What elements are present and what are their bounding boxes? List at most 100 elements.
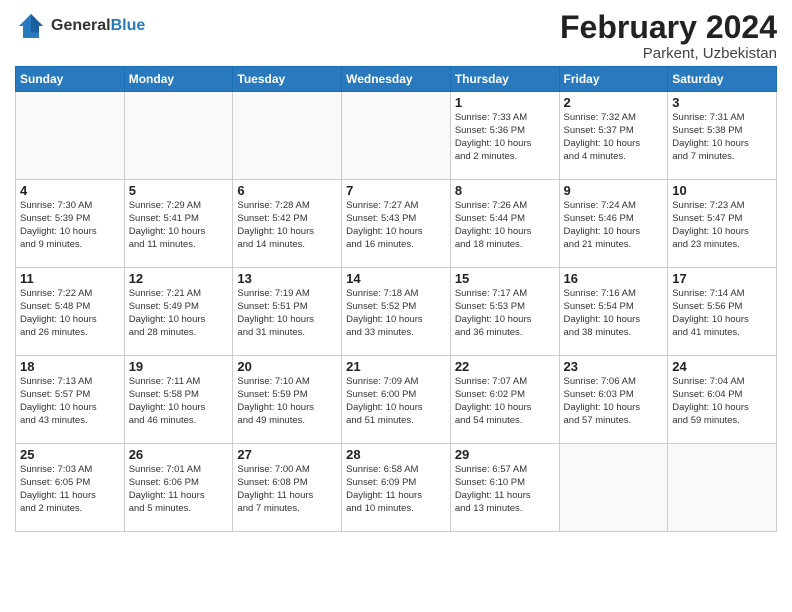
day-number: 9 bbox=[564, 183, 664, 198]
day-number: 18 bbox=[20, 359, 120, 374]
calendar-cell: 29 Sunrise: 6:57 AM Sunset: 6:10 PM Dayli… bbox=[450, 444, 559, 532]
day-info: Sunrise: 7:22 AM Sunset: 5:48 PM Dayligh… bbox=[20, 288, 120, 339]
day-number: 6 bbox=[237, 183, 337, 198]
day-number: 5 bbox=[129, 183, 229, 198]
calendar-cell: 22 Sunrise: 7:07 AM Sunset: 6:02 PM Dayli… bbox=[450, 356, 559, 444]
calendar-cell: 8 Sunrise: 7:26 AM Sunset: 5:44 PM Daylig… bbox=[450, 180, 559, 268]
calendar-cell: 11Sunrise: 7:22 AM Sunset: 5:48 PM Dayli… bbox=[16, 268, 125, 356]
day-number: 1 bbox=[455, 95, 555, 110]
day-info: Sunrise: 7:04 AM Sunset: 6:04 PM Dayligh… bbox=[672, 376, 772, 427]
location: Parkent, Uzbekistan bbox=[560, 45, 777, 62]
day-info: Sunrise: 7:06 AM Sunset: 6:03 PM Dayligh… bbox=[564, 376, 664, 427]
day-number: 15 bbox=[455, 271, 555, 286]
day-number: 13 bbox=[237, 271, 337, 286]
calendar-cell bbox=[233, 92, 342, 180]
calendar-cell: 16 Sunrise: 7:16 AM Sunset: 5:54 PM Dayli… bbox=[559, 268, 668, 356]
day-number: 4 bbox=[20, 183, 120, 198]
day-info: Sunrise: 7:31 AM Sunset: 5:38 PM Dayligh… bbox=[672, 112, 772, 163]
col-saturday: Saturday bbox=[668, 67, 777, 92]
logo-icon bbox=[15, 10, 47, 42]
col-wednesday: Wednesday bbox=[342, 67, 451, 92]
calendar-cell: 27 Sunrise: 7:00 AM Sunset: 6:08 PM Dayli… bbox=[233, 444, 342, 532]
calendar-cell: 28 Sunrise: 6:58 AM Sunset: 6:09 PM Dayli… bbox=[342, 444, 451, 532]
day-info: Sunrise: 6:58 AM Sunset: 6:09 PM Dayligh… bbox=[346, 464, 446, 515]
calendar-table: Sunday Monday Tuesday Wednesday Thursday… bbox=[15, 66, 777, 532]
header: GeneralBlue February 2024 Parkent, Uzbek… bbox=[15, 10, 777, 62]
title-block: February 2024 Parkent, Uzbekistan bbox=[560, 10, 777, 62]
calendar-cell: 15Sunrise: 7:17 AM Sunset: 5:53 PM Dayli… bbox=[450, 268, 559, 356]
calendar-cell: 19 Sunrise: 7:11 AM Sunset: 5:58 PM Dayli… bbox=[124, 356, 233, 444]
day-info: Sunrise: 7:07 AM Sunset: 6:02 PM Dayligh… bbox=[455, 376, 555, 427]
header-row: Sunday Monday Tuesday Wednesday Thursday… bbox=[16, 67, 777, 92]
col-sunday: Sunday bbox=[16, 67, 125, 92]
day-number: 29 bbox=[455, 447, 555, 462]
calendar-cell: 5 Sunrise: 7:29 AM Sunset: 5:41 PM Daylig… bbox=[124, 180, 233, 268]
col-thursday: Thursday bbox=[450, 67, 559, 92]
calendar-cell: 2 Sunrise: 7:32 AM Sunset: 5:37 PM Daylig… bbox=[559, 92, 668, 180]
day-number: 3 bbox=[672, 95, 772, 110]
day-number: 24 bbox=[672, 359, 772, 374]
logo: GeneralBlue bbox=[15, 10, 145, 42]
calendar-cell: 3 Sunrise: 7:31 AM Sunset: 5:38 PM Daylig… bbox=[668, 92, 777, 180]
day-info: Sunrise: 7:27 AM Sunset: 5:43 PM Dayligh… bbox=[346, 200, 446, 251]
day-number: 7 bbox=[346, 183, 446, 198]
day-info: Sunrise: 7:19 AM Sunset: 5:51 PM Dayligh… bbox=[237, 288, 337, 339]
day-info: Sunrise: 7:28 AM Sunset: 5:42 PM Dayligh… bbox=[237, 200, 337, 251]
day-number: 19 bbox=[129, 359, 229, 374]
day-number: 20 bbox=[237, 359, 337, 374]
calendar-cell: 4 Sunrise: 7:30 AM Sunset: 5:39 PM Daylig… bbox=[16, 180, 125, 268]
day-info: Sunrise: 6:57 AM Sunset: 6:10 PM Dayligh… bbox=[455, 464, 555, 515]
calendar-cell: 1 Sunrise: 7:33 AM Sunset: 5:36 PM Daylig… bbox=[450, 92, 559, 180]
day-number: 28 bbox=[346, 447, 446, 462]
day-number: 14 bbox=[346, 271, 446, 286]
calendar-cell: 26Sunrise: 7:01 AM Sunset: 6:06 PM Dayli… bbox=[124, 444, 233, 532]
day-info: Sunrise: 7:30 AM Sunset: 5:39 PM Dayligh… bbox=[20, 200, 120, 251]
day-info: Sunrise: 7:21 AM Sunset: 5:49 PM Dayligh… bbox=[129, 288, 229, 339]
month-title: February 2024 bbox=[560, 10, 777, 45]
col-monday: Monday bbox=[124, 67, 233, 92]
calendar-cell: 14 Sunrise: 7:18 AM Sunset: 5:52 PM Dayli… bbox=[342, 268, 451, 356]
day-number: 21 bbox=[346, 359, 446, 374]
day-number: 16 bbox=[564, 271, 664, 286]
day-number: 25 bbox=[20, 447, 120, 462]
calendar-cell: 9 Sunrise: 7:24 AM Sunset: 5:46 PM Daylig… bbox=[559, 180, 668, 268]
day-number: 17 bbox=[672, 271, 772, 286]
day-number: 27 bbox=[237, 447, 337, 462]
day-info: Sunrise: 7:16 AM Sunset: 5:54 PM Dayligh… bbox=[564, 288, 664, 339]
calendar-cell bbox=[668, 444, 777, 532]
day-info: Sunrise: 7:18 AM Sunset: 5:52 PM Dayligh… bbox=[346, 288, 446, 339]
calendar-cell: 13 Sunrise: 7:19 AM Sunset: 5:51 PM Dayli… bbox=[233, 268, 342, 356]
calendar-cell: 21Sunrise: 7:09 AM Sunset: 6:00 PM Dayli… bbox=[342, 356, 451, 444]
calendar-cell bbox=[16, 92, 125, 180]
day-info: Sunrise: 7:33 AM Sunset: 5:36 PM Dayligh… bbox=[455, 112, 555, 163]
day-info: Sunrise: 7:14 AM Sunset: 5:56 PM Dayligh… bbox=[672, 288, 772, 339]
calendar-cell: 20 Sunrise: 7:10 AM Sunset: 5:59 PM Dayli… bbox=[233, 356, 342, 444]
day-info: Sunrise: 7:24 AM Sunset: 5:46 PM Dayligh… bbox=[564, 200, 664, 251]
calendar-cell: 17 Sunrise: 7:14 AM Sunset: 5:56 PM Dayli… bbox=[668, 268, 777, 356]
day-info: Sunrise: 7:10 AM Sunset: 5:59 PM Dayligh… bbox=[237, 376, 337, 427]
calendar-cell bbox=[342, 92, 451, 180]
col-friday: Friday bbox=[559, 67, 668, 92]
day-info: Sunrise: 7:23 AM Sunset: 5:47 PM Dayligh… bbox=[672, 200, 772, 251]
day-number: 22 bbox=[455, 359, 555, 374]
day-info: Sunrise: 7:26 AM Sunset: 5:44 PM Dayligh… bbox=[455, 200, 555, 251]
calendar-cell: 7 Sunrise: 7:27 AM Sunset: 5:43 PM Daylig… bbox=[342, 180, 451, 268]
day-number: 8 bbox=[455, 183, 555, 198]
day-info: Sunrise: 7:00 AM Sunset: 6:08 PM Dayligh… bbox=[237, 464, 337, 515]
calendar-cell: 12 Sunrise: 7:21 AM Sunset: 5:49 PM Dayli… bbox=[124, 268, 233, 356]
day-number: 2 bbox=[564, 95, 664, 110]
day-number: 12 bbox=[129, 271, 229, 286]
calendar-cell: 6 Sunrise: 7:28 AM Sunset: 5:42 PM Daylig… bbox=[233, 180, 342, 268]
day-number: 10 bbox=[672, 183, 772, 198]
page-container: GeneralBlue February 2024 Parkent, Uzbek… bbox=[0, 0, 792, 542]
day-info: Sunrise: 7:11 AM Sunset: 5:58 PM Dayligh… bbox=[129, 376, 229, 427]
calendar-cell: 25 Sunrise: 7:03 AM Sunset: 6:05 PM Dayli… bbox=[16, 444, 125, 532]
calendar-cell: 23 Sunrise: 7:06 AM Sunset: 6:03 PM Dayli… bbox=[559, 356, 668, 444]
day-number: 23 bbox=[564, 359, 664, 374]
calendar-cell: 24 Sunrise: 7:04 AM Sunset: 6:04 PM Dayli… bbox=[668, 356, 777, 444]
day-info: Sunrise: 7:03 AM Sunset: 6:05 PM Dayligh… bbox=[20, 464, 120, 515]
day-info: Sunrise: 7:32 AM Sunset: 5:37 PM Dayligh… bbox=[564, 112, 664, 163]
calendar-cell: 18Sunrise: 7:13 AM Sunset: 5:57 PM Dayli… bbox=[16, 356, 125, 444]
calendar-cell bbox=[559, 444, 668, 532]
day-info: Sunrise: 7:29 AM Sunset: 5:41 PM Dayligh… bbox=[129, 200, 229, 251]
